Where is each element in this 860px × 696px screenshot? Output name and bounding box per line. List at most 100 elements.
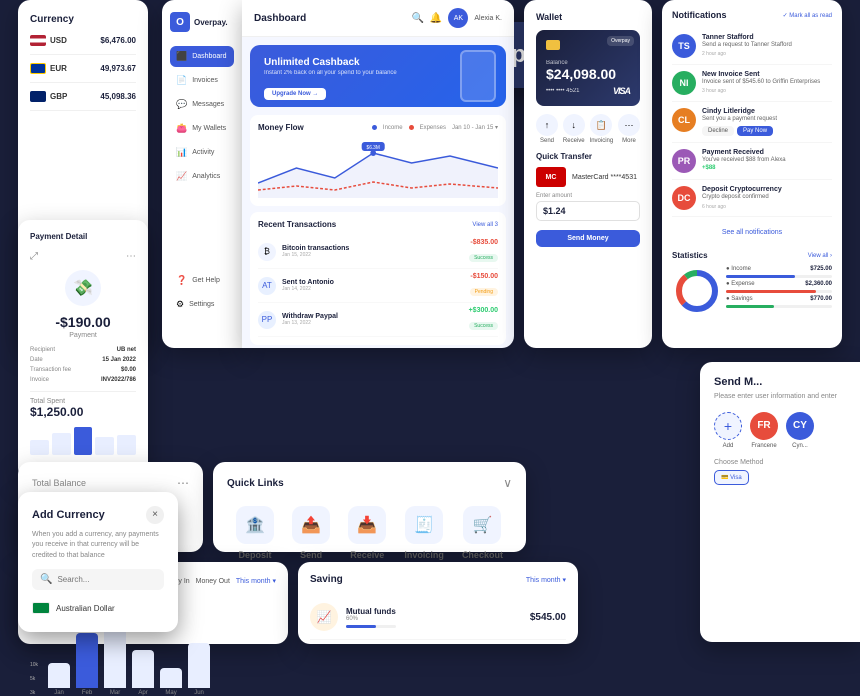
money-flow-chart: $6.3M bbox=[258, 138, 498, 198]
view-all-transactions[interactable]: View all 3 bbox=[472, 222, 498, 228]
payment-detail-fee: Transaction fee $0.00 bbox=[30, 367, 136, 373]
currency-row-usd[interactable]: USD $6,476.00 bbox=[30, 35, 136, 55]
receive-icon: ↓ bbox=[563, 114, 585, 136]
add-currency-search[interactable]: 🔍 bbox=[32, 569, 164, 590]
mastercard-icon: MC bbox=[536, 167, 566, 187]
more-icon: ⋯ bbox=[618, 114, 640, 136]
notification-3[interactable]: CL Cindy Litleridge Sent you a payment r… bbox=[672, 102, 832, 143]
add-contact-icon[interactable]: + bbox=[714, 412, 742, 440]
income-legend: Income bbox=[383, 125, 403, 131]
nav-activity[interactable]: 📊 Activity bbox=[170, 142, 234, 163]
quick-links-collapse[interactable]: ∨ bbox=[503, 476, 512, 490]
nav-analytics[interactable]: 📈 Analytics bbox=[170, 166, 234, 187]
payment-methods: 💳 Visa bbox=[714, 470, 846, 485]
mark-all-read[interactable]: ✓ Mark all as read bbox=[783, 12, 832, 19]
bar-1 bbox=[30, 440, 49, 455]
antonio-avatar: AT bbox=[258, 277, 276, 295]
cashback-button[interactable]: Upgrade Now → bbox=[264, 88, 326, 100]
bar-5 bbox=[117, 435, 136, 455]
aud-name: Australian Dollar bbox=[56, 604, 115, 613]
income-dot bbox=[372, 125, 377, 130]
send-icon: ↑ bbox=[536, 114, 558, 136]
stats-view-all[interactable]: View all › bbox=[808, 253, 832, 259]
trans-badge-1: Success bbox=[469, 254, 498, 262]
send-money-title: Send M... bbox=[714, 376, 846, 388]
visa-option[interactable]: 💳 Visa bbox=[714, 470, 749, 485]
payment-detail-recipient: Recipient UB net bbox=[30, 347, 136, 353]
transaction-row-2[interactable]: AT Sent to Antonio Jan 14, 2022 -$150.00… bbox=[258, 269, 498, 303]
bar-may: May bbox=[160, 668, 182, 696]
saving-period[interactable]: This month ▾ bbox=[526, 576, 566, 584]
search-icon[interactable]: 🔍 bbox=[411, 13, 423, 24]
qt-amount-input[interactable] bbox=[536, 201, 640, 221]
add-currency-close[interactable]: × bbox=[146, 506, 164, 524]
user-avatar: AK bbox=[448, 8, 468, 28]
stats-period[interactable]: This month ▾ bbox=[236, 577, 276, 585]
notification-1[interactable]: TS Tanner Stafford Send a request to Tan… bbox=[672, 28, 832, 65]
paypal-avatar: PP bbox=[258, 311, 276, 329]
payment-detail-date: Date 15 Jan 2022 bbox=[30, 357, 136, 363]
mutual-funds-icon: 📈 bbox=[310, 603, 338, 631]
send-money-panel: Send M... Please enter user information … bbox=[700, 362, 860, 642]
add-currency-panel: Add Currency × When you add a currency, … bbox=[18, 492, 178, 633]
nav-messages[interactable]: 💬 Messages bbox=[170, 94, 234, 115]
contact-francene[interactable]: FR Francene bbox=[750, 412, 778, 449]
ql-receive[interactable]: 📥 Receive bbox=[348, 506, 386, 560]
currency-code-usd: USD bbox=[50, 36, 67, 45]
action-send[interactable]: ↑ Send bbox=[536, 114, 558, 144]
currency-row-gbp[interactable]: GBP 45,098.36 bbox=[30, 91, 136, 111]
decline-button[interactable]: Decline bbox=[702, 126, 734, 136]
date-range[interactable]: Jan 10 - Jan 15 ▾ bbox=[452, 124, 498, 131]
notification-5[interactable]: DC Deposit Cryptocurrency Crypto deposit… bbox=[672, 180, 832, 217]
payment-bar-chart bbox=[30, 425, 136, 455]
ql-send[interactable]: 📤 Send bbox=[292, 506, 330, 560]
bell-icon[interactable]: 🔔 bbox=[430, 13, 442, 24]
payment-label: Payment bbox=[30, 332, 136, 339]
notification-2[interactable]: NI New Invoice Sent Invoice sent of $545… bbox=[672, 65, 832, 102]
nav-help-label: Get Help bbox=[192, 277, 220, 284]
action-invoicing[interactable]: 📋 Invoicing bbox=[590, 114, 614, 144]
transaction-row-3[interactable]: PP Withdraw Paypal Jan 13, 2022 +$300.00… bbox=[258, 303, 498, 337]
nav-dashboard[interactable]: ⬛ Dashboard bbox=[170, 46, 234, 67]
action-more[interactable]: ⋯ More bbox=[618, 114, 640, 144]
balance-menu-icon[interactable]: ⋯ bbox=[177, 476, 189, 490]
action-receive[interactable]: ↓ Receive bbox=[563, 114, 585, 144]
payment-detail-card: Payment Detail ⤢ ⋯ 💸 -$190.00 Payment Re… bbox=[18, 220, 148, 480]
francene-avatar: FR bbox=[750, 412, 778, 440]
trans-badge-2: Pending bbox=[470, 288, 498, 296]
nav-settings[interactable]: ⚙ Settings bbox=[170, 294, 234, 315]
trans-date-2: Jan 14, 2022 bbox=[282, 286, 334, 292]
ql-checkout[interactable]: 🛒 Checkout bbox=[462, 506, 503, 560]
transaction-row-1[interactable]: ₿ Bitcoin transactions Jan 15, 2022 -$83… bbox=[258, 235, 498, 269]
transactions-section: Recent Transactions View all 3 ₿ Bitcoin… bbox=[250, 212, 506, 345]
australian-dollar-item[interactable]: Australian Dollar bbox=[32, 598, 164, 618]
saving-item-mutual[interactable]: 📈 Mutual funds 60% $545.00 bbox=[310, 595, 566, 640]
currency-card-title: Currency bbox=[30, 14, 136, 25]
notif-avatar-1: TS bbox=[672, 34, 696, 58]
see-all-notifications[interactable]: See all notifications bbox=[672, 217, 832, 243]
stats-donut bbox=[672, 266, 722, 316]
search-input[interactable] bbox=[57, 575, 167, 584]
logo-icon: O bbox=[170, 12, 190, 32]
cashback-subtitle: Instant 2% back on all your spend to you… bbox=[264, 70, 492, 76]
nav-invoices[interactable]: 📄 Invoices bbox=[170, 70, 234, 91]
pay-button[interactable]: Pay Now bbox=[737, 126, 773, 136]
bar-3 bbox=[74, 427, 93, 455]
currency-amount-eur: 49,973.67 bbox=[100, 64, 136, 73]
send-money-button[interactable]: Send Money bbox=[536, 230, 640, 247]
money-flow-section: Money Flow Income Expenses Jan 10 - Jan … bbox=[250, 115, 506, 206]
ql-deposit[interactable]: 🏦 Deposit bbox=[236, 506, 274, 560]
expand-icon[interactable]: ⤢ bbox=[30, 251, 38, 262]
contact-add[interactable]: + Add bbox=[714, 412, 742, 449]
contact-cyn[interactable]: CY Cyn... bbox=[786, 412, 814, 449]
nav-help[interactable]: ❓ Get Help bbox=[170, 270, 234, 291]
card-balance: $24,098.00 bbox=[546, 66, 630, 82]
add-currency-description: When you add a currency, any payments yo… bbox=[32, 530, 164, 562]
toggle-money-out: Money Out bbox=[196, 578, 230, 585]
more-icon[interactable]: ⋯ bbox=[126, 251, 136, 262]
money-flow-title: Money Flow bbox=[258, 123, 304, 132]
ql-invoicing[interactable]: 🧾 Invoicing bbox=[404, 506, 444, 560]
currency-row-eur[interactable]: EUR 49,973.67 bbox=[30, 63, 136, 83]
notification-4[interactable]: PR Payment Received You've received $88 … bbox=[672, 143, 832, 180]
nav-wallets[interactable]: 👛 My Wallets bbox=[170, 118, 234, 139]
